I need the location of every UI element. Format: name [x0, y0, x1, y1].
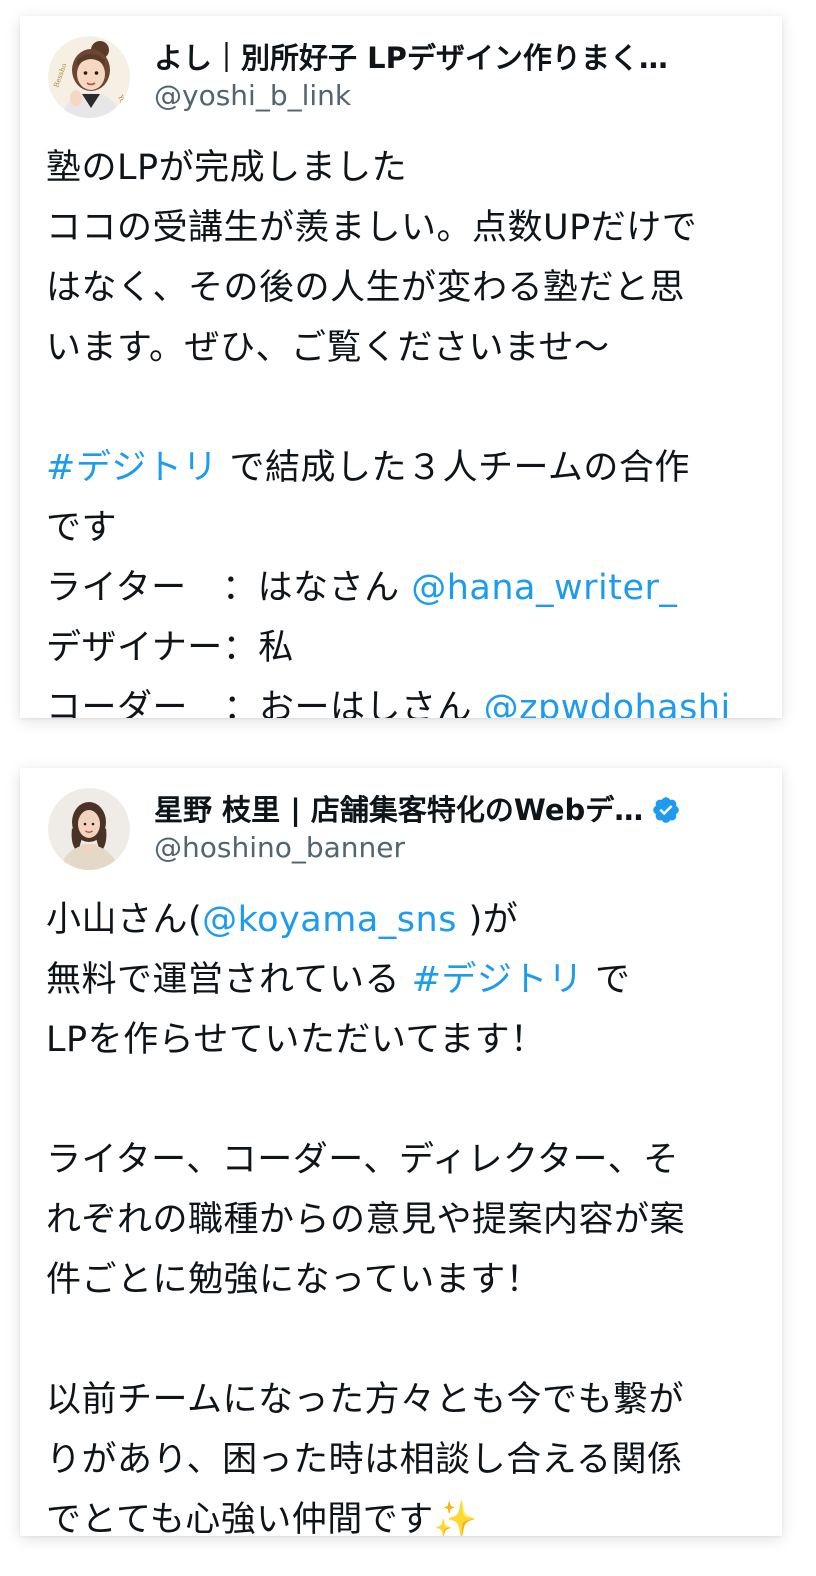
tweet-line: 以前チームになった方々とも今でも繋が [46, 1370, 772, 1430]
tweet-line: りがあり、困った時は相談し合える関係 [46, 1430, 772, 1490]
text-segment: で [583, 960, 631, 1000]
text-segment: りがあり、困った時は相談し合える関係 [46, 1440, 683, 1480]
tweet-line: コーダー ：おーはしさん @zpwdohashi [46, 678, 772, 718]
tweet-line: れぞれの職種からの意見や提案内容が案 [46, 1190, 772, 1250]
author-display-name[interactable]: 星野 枝里 | 店舗集客特化のWebデ… [154, 790, 762, 830]
text-segment: デザイナー：私 [46, 628, 294, 668]
paragraph-break [46, 1070, 772, 1130]
photo-woman-avatar-icon[interactable] [48, 788, 130, 870]
tweet-line: 無料で運営されている #デジトリ で [46, 950, 772, 1010]
illustrated-woman-avatar-icon[interactable]: Bessho Yoshiko [48, 36, 130, 118]
text-segment: います。ぜひ、ご覧くださいませ〜 [46, 328, 610, 368]
text-segment: 以前チームになった方々とも今でも繋が [46, 1380, 684, 1420]
text-segment: で結成した３人チームの合作 [217, 448, 690, 488]
sparkles-icon: ✨ [433, 1500, 478, 1536]
tweet-line: デザイナー：私 [46, 618, 772, 678]
tweet-line: ライター ：はなさん @hana_writer_ [46, 558, 772, 618]
tweet-header: 星野 枝里 | 店舗集客特化のWebデ… @hoshino_banner [44, 784, 762, 874]
text-segment: 塾のLPが完成しました [46, 148, 408, 188]
text-segment: )が [456, 900, 519, 940]
paragraph-break [46, 1310, 772, 1370]
text-segment: ライター ：はなさん [46, 568, 412, 608]
tweet-line: はなく、その後の人生が変わる塾だと思 [46, 258, 772, 318]
tweet-text: 塾のLPが完成しました ココの受講生が羨ましい。点数UPだけで はなく、その後の… [46, 138, 772, 718]
mention-link[interactable]: @hana_writer_ [411, 568, 677, 608]
text-segment: です [46, 508, 118, 548]
tweet-header: Bessho Yoshiko よし｜別所好子 LPデザイン作りまく… @yosh… [44, 32, 762, 122]
text-segment: 件ごとに勉強になっています！ [46, 1260, 542, 1300]
tweet-card[interactable]: Bessho Yoshiko よし｜別所好子 LPデザイン作りまく… @yosh… [20, 16, 782, 718]
tweet-line: 件ごとに勉強になっています！ [46, 1250, 772, 1310]
paragraph-break [46, 378, 772, 438]
tweet-text: 小山さん(@koyama_sns )が 無料で運営されている #デジトリ で L… [46, 890, 772, 1536]
text-segment: 小山さん( [46, 900, 203, 940]
tweet-line: います。ぜひ、ご覧くださいませ〜 [46, 318, 772, 378]
text-segment: でとても心強い仲間です [46, 1500, 434, 1536]
mention-link[interactable]: @zpwdohashi [484, 688, 731, 718]
text-segment: LPを作らせていただいてます！ [46, 1020, 546, 1060]
tweet-line: ライター、コーダー、ディレクター、そ [46, 1130, 772, 1190]
display-name-text[interactable]: よし｜別所好子 LPデザイン作りまく… [154, 38, 668, 78]
text-segment: コーダー ：おーはしさん [46, 688, 484, 718]
author-handle[interactable]: @yoshi_b_link [154, 78, 762, 114]
tweet-line: 塾のLPが完成しました [46, 138, 772, 198]
author-handle[interactable]: @hoshino_banner [154, 830, 762, 866]
text-segment: はなく、その後の人生が変わる塾だと思 [46, 268, 686, 308]
verified-badge-icon [653, 797, 680, 823]
text-segment: 無料で運営されている [46, 960, 412, 1000]
author-info: よし｜別所好子 LPデザイン作りまく… @yoshi_b_link [154, 38, 762, 114]
tweet-line: です [46, 498, 772, 558]
hashtag-link[interactable]: #デジトリ [412, 960, 584, 1000]
tweet-line: LPを作らせていただいてます！ [46, 1010, 772, 1070]
display-name-text[interactable]: 星野 枝里 | 店舗集客特化のWebデ… [154, 790, 643, 830]
text-segment: ライター、コーダー、ディレクター、そ [46, 1140, 679, 1180]
text-segment: ココの受講生が羨ましい。点数UPだけで [46, 208, 698, 248]
hashtag-link[interactable]: #デジトリ [46, 448, 218, 488]
author-display-name[interactable]: よし｜別所好子 LPデザイン作りまく… [154, 38, 762, 78]
text-segment: れぞれの職種からの意見や提案内容が案 [46, 1200, 686, 1240]
tweet-line: でとても心強い仲間です✨ [46, 1490, 772, 1536]
tweet-card[interactable]: 星野 枝里 | 店舗集客特化のWebデ… @hoshino_banner 小山さ… [20, 768, 782, 1536]
mention-link[interactable]: @koyama_sns [202, 900, 457, 940]
tweet-line: ココの受講生が羨ましい。点数UPだけで [46, 198, 772, 258]
tweet-line: 小山さん(@koyama_sns )が [46, 890, 772, 950]
author-info: 星野 枝里 | 店舗集客特化のWebデ… @hoshino_banner [154, 790, 762, 866]
tweet-line: #デジトリ で結成した３人チームの合作 [46, 438, 772, 498]
